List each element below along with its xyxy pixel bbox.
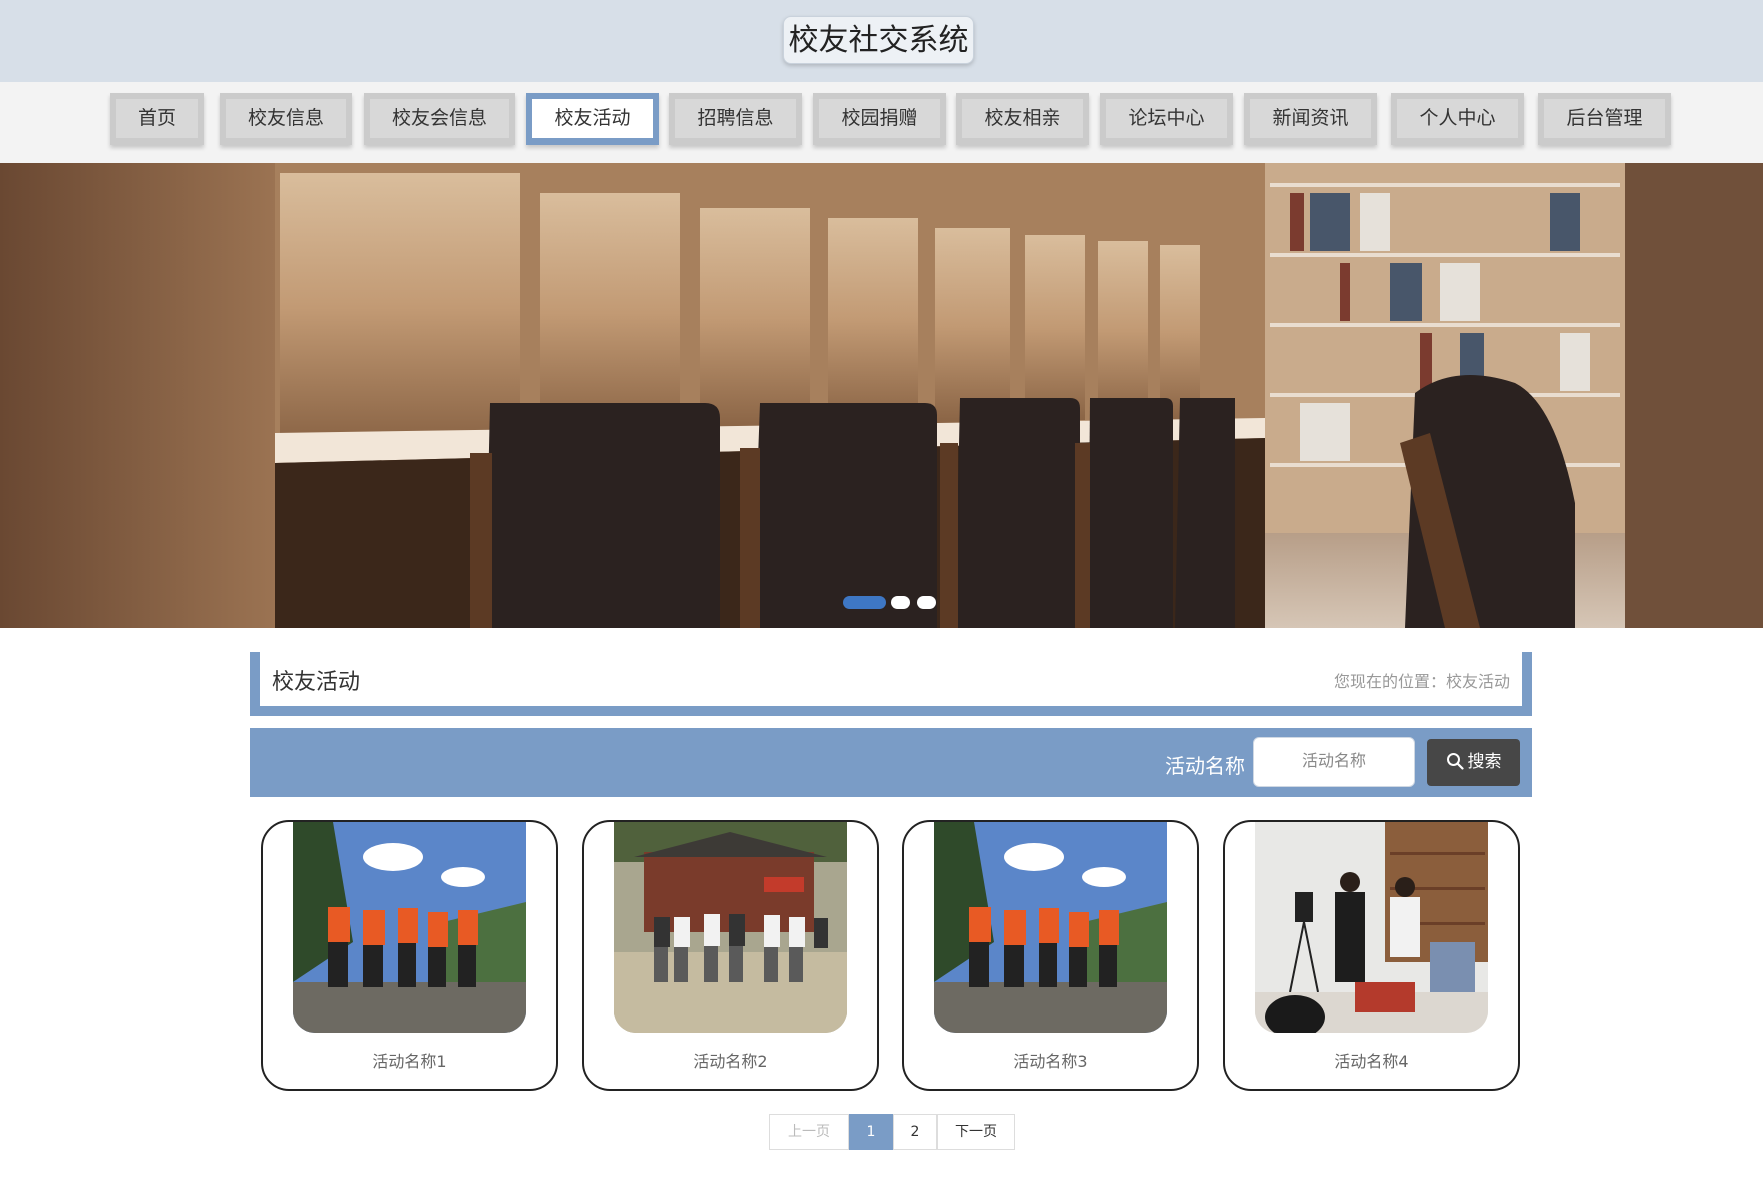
search-icon (1446, 753, 1464, 770)
activity-card[interactable]: 活动名称1 (261, 820, 558, 1091)
nav-item-alumni-association[interactable]: 校友会信息 (364, 93, 515, 145)
activity-card[interactable]: 活动名称4 (1223, 820, 1520, 1091)
nav-item-home[interactable]: 首页 (110, 93, 204, 145)
activity-name: 活动名称1 (372, 1052, 447, 1071)
activity-image (1255, 822, 1488, 1033)
search-button-label: 搜索 (1467, 752, 1502, 772)
site-title: 校友社交系统 (783, 16, 974, 64)
search-label: 活动名称 (1165, 754, 1245, 778)
activity-card[interactable]: 活动名称2 (582, 820, 879, 1091)
next-page-button[interactable]: 下一页 (937, 1114, 1015, 1150)
carousel-dot-1[interactable] (843, 594, 886, 610)
header: 校友社交系统 (0, 0, 1763, 82)
nav-item-personal-center[interactable]: 个人中心 (1391, 93, 1524, 145)
activity-name: 活动名称3 (1013, 1052, 1088, 1071)
section-header: 校友活动 您现在的位置：校友活动 (250, 652, 1532, 716)
nav-item-admin[interactable]: 后台管理 (1538, 93, 1671, 145)
nav-item-recruitment[interactable]: 招聘信息 (669, 93, 802, 145)
section-title: 校友活动 (272, 670, 361, 695)
search-button[interactable]: 搜索 (1427, 739, 1520, 786)
banner-carousel[interactable] (0, 163, 1763, 628)
page-button-1[interactable]: 1 (849, 1114, 893, 1150)
banner-image (0, 163, 1763, 628)
activity-card[interactable]: 活动名称3 (902, 820, 1199, 1091)
activity-name: 活动名称2 (693, 1052, 768, 1071)
search-bar: 活动名称 搜索 (250, 728, 1532, 797)
prev-page-button[interactable]: 上一页 (769, 1114, 849, 1150)
carousel-dot-3[interactable] (917, 594, 936, 610)
activity-name: 活动名称4 (1334, 1052, 1409, 1071)
nav-item-alumni-activities[interactable]: 校友活动 (526, 93, 659, 145)
nav-item-alumni-dating[interactable]: 校友相亲 (956, 93, 1089, 145)
pagination: 上一页 1 2 下一页 (769, 1114, 1015, 1150)
nav-item-news[interactable]: 新闻资讯 (1244, 93, 1377, 145)
nav-item-campus-donation[interactable]: 校园捐赠 (813, 93, 946, 145)
search-input[interactable] (1253, 737, 1415, 787)
activity-image (934, 822, 1167, 1033)
breadcrumb: 您现在的位置：校友活动 (1333, 672, 1510, 691)
main-nav: 首页 校友信息 校友会信息 校友活动 招聘信息 校园捐赠 校友相亲 论坛中心 新… (0, 82, 1763, 163)
nav-item-forum[interactable]: 论坛中心 (1100, 93, 1233, 145)
activity-image (293, 822, 526, 1033)
carousel-dot-2[interactable] (891, 594, 910, 610)
activity-image (614, 822, 847, 1033)
nav-item-alumni-info[interactable]: 校友信息 (220, 93, 352, 145)
page-button-2[interactable]: 2 (893, 1114, 937, 1150)
